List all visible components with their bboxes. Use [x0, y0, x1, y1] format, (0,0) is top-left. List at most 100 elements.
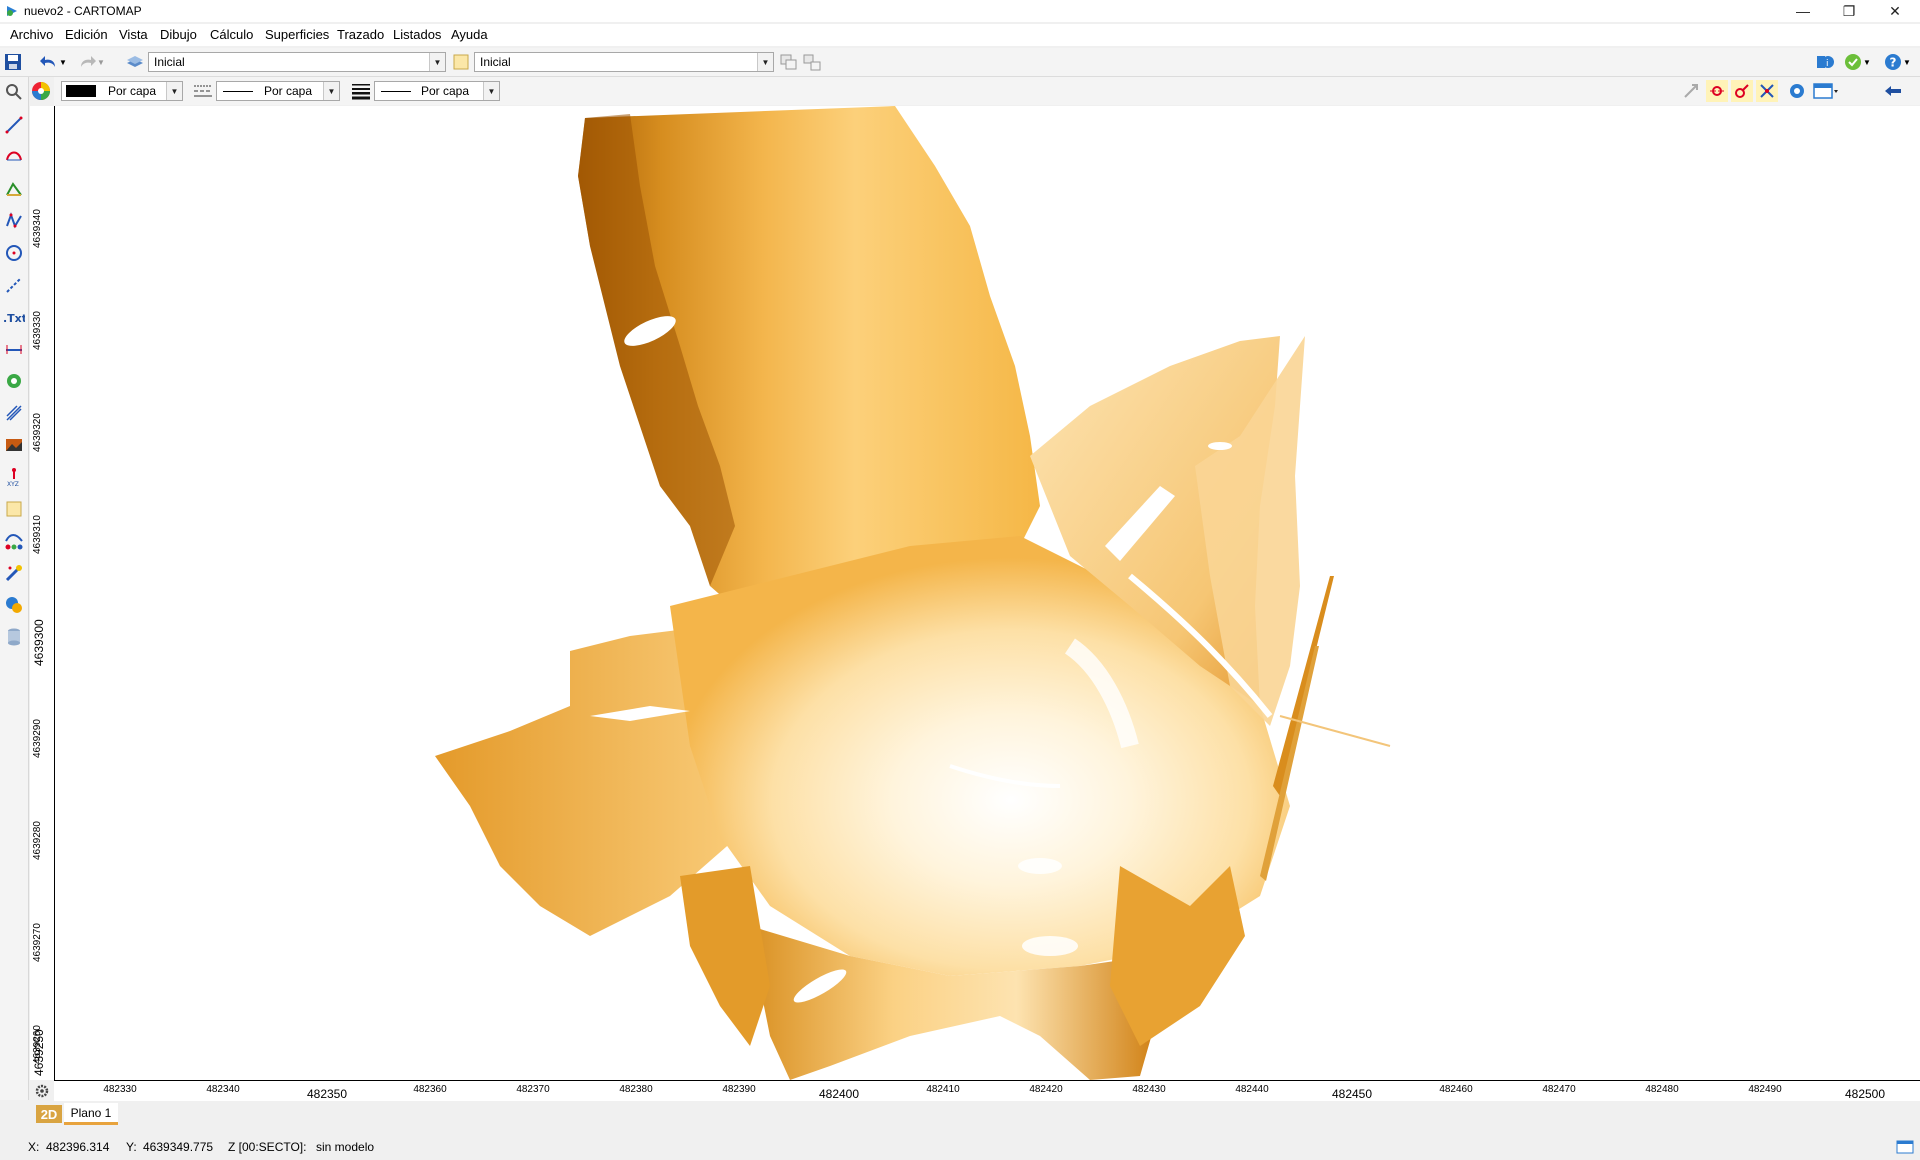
status-bar: X: 482396.314 Y: 4639349.775 Z [00:SECTO…: [0, 1135, 1920, 1160]
style-icon[interactable]: [450, 51, 472, 73]
x-tick-label: 482500: [1844, 1087, 1886, 1101]
check-icon[interactable]: [1842, 51, 1864, 73]
restore-button[interactable]: ❐: [1826, 0, 1872, 22]
help-dropdown-icon[interactable]: ▼: [1902, 51, 1912, 73]
chevron-down-icon: ▼: [429, 53, 445, 71]
chevron-down-icon: ▼: [323, 82, 339, 100]
help-icon[interactable]: ?: [1882, 51, 1904, 73]
x-tick-label: 482380: [619, 1084, 653, 1095]
zigzag-icon[interactable]: [3, 210, 25, 232]
note-icon[interactable]: [3, 498, 25, 520]
check-dropdown-icon[interactable]: ▼: [1862, 51, 1872, 73]
status-window-icon[interactable]: [1896, 1139, 1914, 1155]
snap-endpoint-icon[interactable]: [1706, 80, 1728, 102]
linetype-icon[interactable]: [192, 80, 214, 102]
snap-midpoint-icon[interactable]: [1731, 80, 1753, 102]
window-layout-icon[interactable]: [1812, 80, 1840, 102]
color-wheel-icon[interactable]: [30, 80, 52, 102]
circle-icon[interactable]: [3, 242, 25, 264]
image-icon[interactable]: [3, 434, 25, 456]
compass-icon[interactable]: [3, 370, 25, 392]
undo-dropdown-icon[interactable]: ▼: [58, 51, 68, 73]
y-tick-label: 4639290: [32, 719, 43, 758]
lineweight-icon[interactable]: [350, 80, 372, 102]
chevron-down-icon: ▼: [166, 82, 182, 100]
point-xyz-icon[interactable]: XYZ: [3, 466, 25, 488]
line-icon[interactable]: [3, 114, 25, 136]
menu-trazado[interactable]: Trazado: [337, 27, 384, 42]
x-tick-label: 482490: [1748, 1084, 1782, 1095]
linetype-preview: [223, 91, 253, 92]
title-bar: nuevo2 - CARTOMAP — ❐ ✕: [0, 0, 1920, 22]
grid-icon[interactable]: [3, 402, 25, 424]
x-tick-label: 482470: [1542, 1084, 1576, 1095]
main-toolbar: ▼ ▼ Inicial ▼ Inicial ▼ i ▼ ? ▼: [0, 48, 1920, 77]
info-icon[interactable]: i: [1814, 51, 1836, 73]
y-tick-label: 4639250: [32, 1029, 46, 1076]
layer-select[interactable]: Inicial ▼: [148, 52, 446, 72]
layer-icon[interactable]: [124, 51, 146, 73]
chevron-down-icon: ▼: [483, 82, 499, 100]
menu-calculo[interactable]: Cálculo: [210, 27, 253, 42]
polyline-icon[interactable]: [3, 178, 25, 200]
y-tick-label: 4639270: [32, 923, 43, 962]
redo-dropdown-icon[interactable]: ▼: [96, 51, 106, 73]
snap-intersection-icon[interactable]: [1756, 80, 1778, 102]
chevron-down-icon: ▼: [757, 53, 773, 71]
lineweight-select[interactable]: Por capa ▼: [374, 81, 500, 101]
snap-tool-icon[interactable]: [1680, 80, 1702, 102]
x-tick-label: 482340: [206, 1084, 240, 1095]
view-2d-toggle[interactable]: 2D: [36, 1105, 62, 1123]
x-tick-label: 482400: [818, 1087, 860, 1101]
minimize-button[interactable]: —: [1780, 0, 1826, 22]
svg-text:?: ?: [1890, 56, 1897, 70]
lineweight-preview: [381, 91, 411, 92]
z-coord-value: sin modelo: [316, 1140, 375, 1154]
profile-icon[interactable]: [3, 530, 25, 552]
save-icon[interactable]: [2, 51, 24, 73]
dimension-icon[interactable]: [3, 338, 25, 360]
close-button[interactable]: ✕: [1872, 0, 1918, 22]
x-tick-label: 482350: [306, 1087, 348, 1101]
menu-ayuda[interactable]: Ayuda: [451, 27, 488, 42]
x-coord-label: X:: [28, 1140, 40, 1154]
menu-listados[interactable]: Listados: [393, 27, 441, 42]
app-icon: [7, 6, 17, 16]
measure-icon[interactable]: [3, 274, 25, 296]
y-tick-label: 4639320: [32, 413, 43, 452]
color-select-value: Por capa: [108, 84, 157, 98]
copy-layer-icon[interactable]: [778, 51, 800, 73]
left-toolbar: .Txt XYZ: [0, 77, 29, 1100]
x-tick-label: 482360: [413, 1084, 447, 1095]
y-tick-label: 4639310: [32, 515, 43, 554]
color-select[interactable]: Por capa ▼: [61, 81, 183, 101]
arrow-left-icon[interactable]: [1882, 80, 1904, 102]
menu-edicion[interactable]: Edición: [65, 27, 108, 42]
ruler-settings-icon[interactable]: [32, 1082, 52, 1100]
menu-vista[interactable]: Vista: [119, 27, 148, 42]
point-cloud-view: [435, 106, 1391, 1080]
undo-icon[interactable]: [38, 51, 60, 73]
x-tick-label: 482370: [516, 1084, 550, 1095]
style-select[interactable]: Inicial ▼: [474, 52, 774, 72]
settings-icon[interactable]: [1786, 80, 1808, 102]
z-coord-label: Z [00:SECTO]:: [228, 1140, 307, 1154]
linetype-select[interactable]: Por capa ▼: [216, 81, 340, 101]
database-icon[interactable]: [3, 626, 25, 648]
arc-icon[interactable]: [3, 146, 25, 168]
svg-text:XYZ: XYZ: [7, 481, 19, 487]
zoom-icon[interactable]: [3, 81, 25, 103]
text-icon[interactable]: .Txt: [3, 306, 25, 328]
magic-wand-icon[interactable]: [3, 562, 25, 584]
redo-icon[interactable]: [76, 51, 98, 73]
x-tick-label: 482450: [1331, 1087, 1373, 1101]
menu-archivo[interactable]: Archivo: [10, 27, 53, 42]
menu-dibujo[interactable]: Dibujo: [160, 27, 197, 42]
menu-superficies[interactable]: Superficies: [265, 27, 329, 42]
move-layer-icon[interactable]: [801, 51, 823, 73]
x-tick-label: 482440: [1235, 1084, 1269, 1095]
search-layer-icon[interactable]: [3, 594, 25, 616]
properties-toolbar: Por capa ▼ Por capa ▼ Por capa ▼: [32, 77, 1920, 105]
drawing-canvas[interactable]: [30, 106, 1920, 1080]
tab-plano-1[interactable]: Plano 1: [64, 1103, 118, 1125]
